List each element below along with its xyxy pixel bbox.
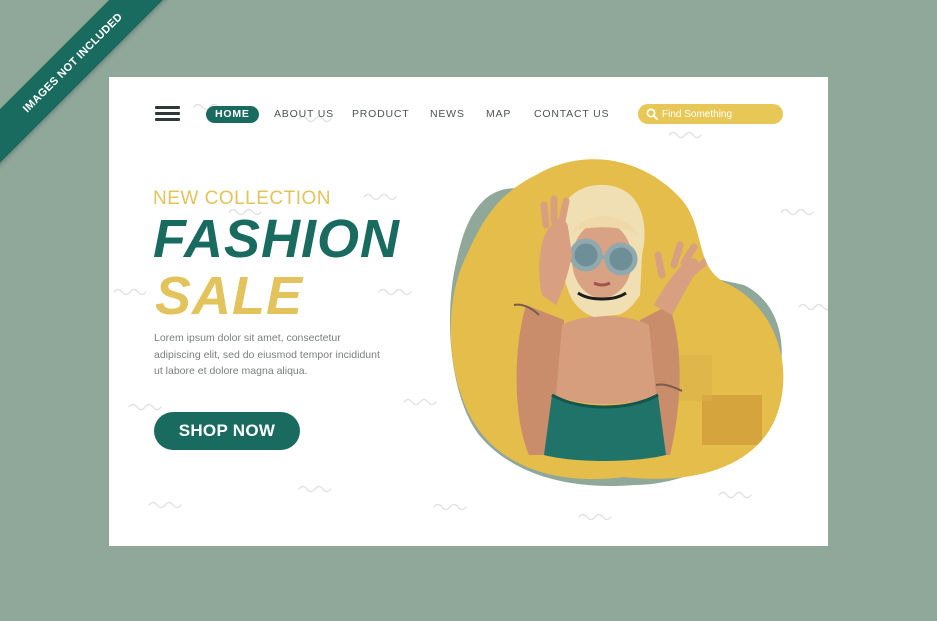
search-input[interactable] <box>662 108 774 120</box>
description-line: Lorem ipsum dolor sit amet, consectetur <box>154 332 341 344</box>
shop-now-button[interactable]: SHOP NOW <box>154 412 300 450</box>
description-line: adipiscing elit, sed do eiusmod tempor i… <box>154 348 380 361</box>
hero-title-line-1: FASHION <box>153 209 401 269</box>
hero-description: Lorem ipsum dolor sit amet, consectetur … <box>154 330 394 380</box>
landing-page: HOME ABOUT US PRODUCT NEWS MAP CONTACT U… <box>109 77 828 546</box>
nav-home[interactable]: HOME <box>206 106 259 123</box>
nav-about-us[interactable]: ABOUT US <box>274 106 334 123</box>
hero-title-line-2: SALE <box>155 266 304 326</box>
nav-map[interactable]: MAP <box>486 106 511 123</box>
nav-contact-us[interactable]: CONTACT US <box>534 106 609 123</box>
hamburger-menu-icon[interactable] <box>155 106 180 121</box>
top-navigation: HOME ABOUT US PRODUCT NEWS MAP CONTACT U… <box>109 77 828 147</box>
search-bar[interactable] <box>638 104 783 124</box>
eyebrow-heading: NEW COLLECTION <box>153 188 332 209</box>
nav-news[interactable]: NEWS <box>430 106 465 123</box>
hero-image <box>449 159 784 487</box>
nav-product[interactable]: PRODUCT <box>352 106 410 123</box>
search-icon <box>646 108 658 120</box>
description-line: ut labore et dolore magna aliqua. <box>154 365 308 377</box>
